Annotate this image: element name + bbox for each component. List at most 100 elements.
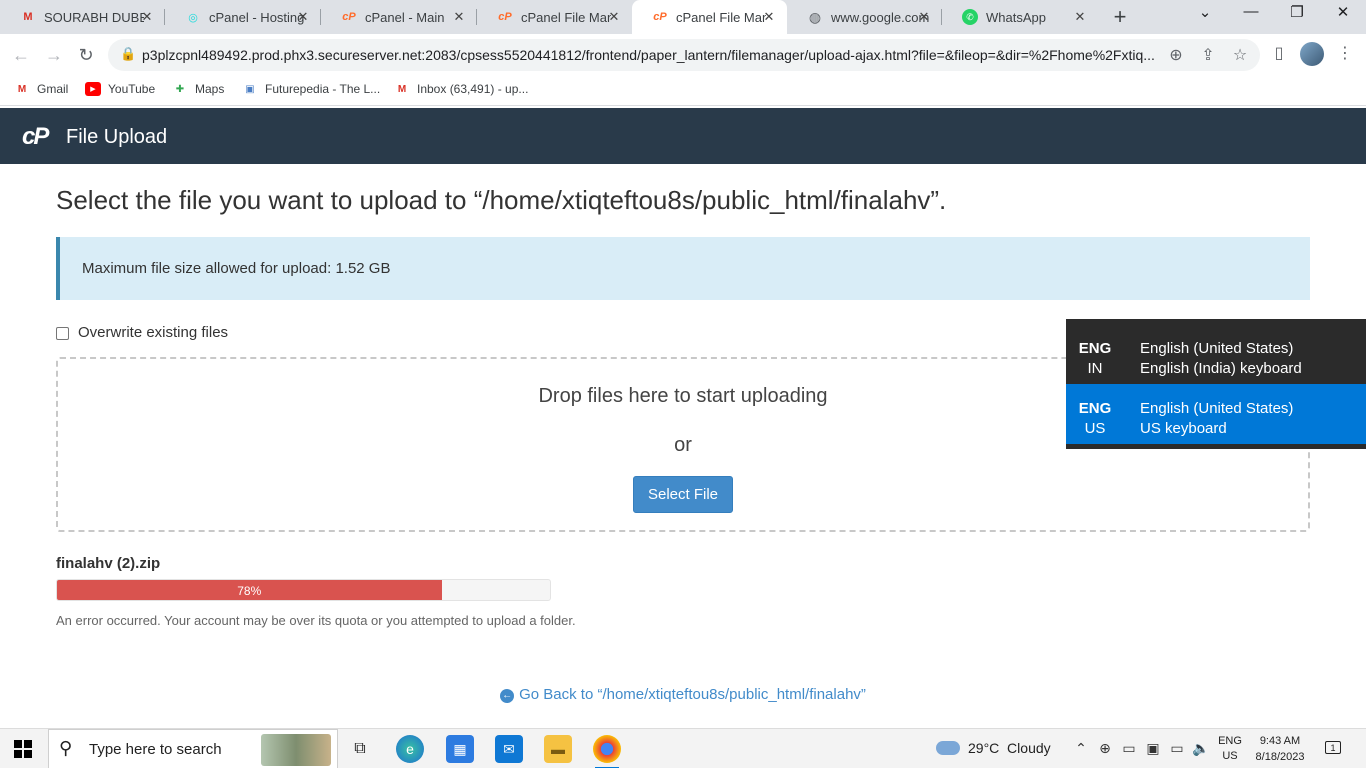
avatar[interactable] (1300, 42, 1324, 66)
page-title: File Upload (66, 126, 168, 148)
network-globe-icon[interactable]: ⊕ (1096, 740, 1114, 757)
tab-title: cPanel - Main (365, 9, 445, 25)
keyboard-name: US keyboard (1140, 420, 1227, 437)
notification-count: 1 (1325, 741, 1341, 754)
share-icon[interactable]: ⇪ (1198, 45, 1218, 65)
language-name: English (United States) (1140, 400, 1294, 417)
address-bar[interactable]: 🔒 p3plzcpnl489492.prod.phx3.secureserver… (108, 39, 1260, 71)
tray-lang-primary: ENG (1218, 735, 1242, 747)
edge-icon[interactable]: e (396, 735, 424, 763)
close-icon[interactable]: ✕ (606, 9, 622, 25)
globe-icon: ◍ (808, 8, 822, 25)
language-option-us[interactable]: ENG US English (United States) US keyboa… (1066, 384, 1366, 444)
mail-icon[interactable]: ✉ (495, 735, 523, 763)
zoom-icon[interactable]: ⊕ (1166, 45, 1186, 65)
close-icon[interactable]: ✕ (295, 9, 311, 25)
bookmark-inbox[interactable]: M Inbox (63,491) - up... (394, 82, 529, 96)
bookmark-label: Futurepedia - The L... (265, 82, 381, 96)
new-tab-button[interactable]: + (1110, 4, 1130, 30)
tab-cpanel-main[interactable]: cP cPanel - Main ✕ (321, 0, 477, 34)
arrow-left-circle-icon: ← (500, 689, 515, 703)
language-code-primary: ENG (1078, 340, 1112, 357)
overwrite-option[interactable]: Overwrite existing files (56, 324, 228, 341)
overwrite-label[interactable]: Overwrite existing files (78, 324, 228, 341)
bookmark-label: Inbox (63,491) - up... (417, 82, 529, 96)
browser-toolbar: ← → ↻ 🔒 p3plzcpnl489492.prod.phx3.secure… (0, 34, 1366, 76)
progress-label: 78% (237, 584, 262, 598)
search-icon: ⚲ (59, 738, 73, 758)
show-hidden-icons-icon[interactable]: ⌃ (1072, 740, 1090, 757)
tab-search-icon[interactable]: ⌄ (1193, 3, 1217, 21)
upload-error-message: An error occurred. Your account may be o… (56, 613, 576, 628)
restore-icon[interactable]: ❐ (1285, 3, 1309, 21)
file-explorer-icon[interactable]: ▬ (544, 735, 572, 763)
language-description: English (United States) English (India) … (1140, 339, 1302, 379)
clock[interactable]: 9:43 AM 8/18/2023 (1252, 733, 1308, 765)
tab-gmail[interactable]: M SOURABH DUBEY ✕ (0, 0, 165, 34)
upload-filename: finalahv (2).zip (56, 555, 161, 572)
language-code-primary: ENG (1078, 400, 1112, 417)
go-back-label[interactable]: Go Back to “/home/xtiqteftou8s/public_ht… (519, 686, 866, 703)
task-view-icon[interactable]: ⧉ (346, 735, 374, 763)
tab-cpanel-file-manager[interactable]: cP cPanel File Manager ✕ (477, 0, 632, 34)
forward-icon[interactable]: → (43, 44, 65, 66)
tab-title: SOURABH DUBEY (44, 9, 144, 25)
weather-text: 29°C Cloudy (968, 740, 1051, 756)
tab-title: cPanel File Manager (676, 9, 766, 25)
info-alert: Maximum file size allowed for upload: 1.… (56, 237, 1310, 300)
bookmark-futurepedia[interactable]: ▣ Futurepedia - The L... (242, 82, 380, 96)
device-icon[interactable]: ▭ (1120, 740, 1138, 757)
bookmark-youtube[interactable]: ▶ YouTube (85, 82, 155, 96)
back-icon[interactable]: ← (10, 44, 32, 66)
tab-title: WhatsApp (986, 9, 1046, 25)
tab-cpanel-file-manager-active[interactable]: cP cPanel File Manager ✕ (632, 0, 787, 34)
close-icon[interactable]: ✕ (139, 9, 155, 25)
bookmark-star-icon[interactable]: ☆ (1230, 45, 1250, 65)
close-window-icon[interactable]: ✕ (1331, 3, 1355, 21)
go-back-link[interactable]: ← Go Back to “/home/xtiqteftou8s/public_h… (0, 686, 1366, 703)
clock-time: 9:43 AM (1259, 735, 1301, 747)
side-panel-icon[interactable]: ▯ (1268, 43, 1290, 63)
weather-widget[interactable]: 29°C Cloudy (936, 740, 1051, 756)
cpanel-logo[interactable]: cP (22, 123, 49, 151)
security-icon[interactable]: ▣ (1144, 740, 1162, 757)
language-description: English (United States) US keyboard (1140, 399, 1293, 439)
bookmark-gmail[interactable]: M Gmail (14, 82, 69, 96)
reload-icon[interactable]: ↻ (75, 44, 97, 66)
close-icon[interactable]: ✕ (451, 9, 467, 25)
gmail-icon: M (397, 83, 407, 95)
bookmark-label: Gmail (37, 82, 69, 96)
microsoft-store-icon[interactable]: ▦ (446, 735, 474, 763)
bookmark-maps[interactable]: ✚ Maps (172, 82, 225, 96)
futurepedia-icon: ▣ (245, 83, 255, 95)
minimize-icon[interactable]: — (1239, 3, 1263, 20)
tray-lang-secondary: US (1222, 750, 1238, 762)
godaddy-icon: ◎ (188, 11, 198, 24)
bookmarks-bar: M Gmail ▶ YouTube ✚ Maps ▣ Futurepedia -… (0, 76, 1366, 106)
whatsapp-icon: ✆ (962, 9, 978, 25)
tab-cpanel-hosting[interactable]: ◎ cPanel - Hosting ✕ (165, 0, 321, 34)
language-option-in[interactable]: ENG IN English (United States) English (… (1066, 324, 1366, 384)
chrome-icon[interactable] (593, 735, 621, 768)
close-icon[interactable]: ✕ (761, 9, 777, 25)
taskbar-search[interactable]: ⚲ Type here to search (48, 729, 338, 768)
cpanel-icon: cP (498, 11, 512, 23)
overwrite-checkbox[interactable] (56, 327, 69, 340)
input-language-indicator[interactable]: ENG US (1214, 734, 1246, 764)
close-icon[interactable]: ✕ (916, 9, 932, 25)
notification-center-icon[interactable]: 1 (1322, 739, 1344, 757)
search-placeholder[interactable]: Type here to search (89, 741, 222, 758)
language-code-secondary: US (1084, 420, 1106, 437)
url-text[interactable]: p3plzcpnl489492.prod.phx3.secureserver.n… (142, 47, 1172, 63)
select-file-button[interactable]: Select File (633, 476, 733, 513)
battery-icon[interactable]: ▭ (1168, 740, 1186, 757)
lock-icon[interactable]: 🔒 (120, 46, 136, 62)
volume-icon[interactable]: 🔈 (1192, 740, 1210, 757)
tab-title: cPanel - Hosting (209, 9, 305, 25)
windows-start-icon[interactable] (14, 740, 32, 758)
close-icon[interactable]: ✕ (1072, 9, 1088, 25)
tab-google[interactable]: ◍ www.google.com ✕ (787, 0, 942, 34)
menu-icon[interactable]: ⋮ (1334, 43, 1356, 63)
tab-whatsapp[interactable]: ✆ WhatsApp ✕ (942, 0, 1098, 34)
bookmark-label: Maps (195, 82, 225, 96)
